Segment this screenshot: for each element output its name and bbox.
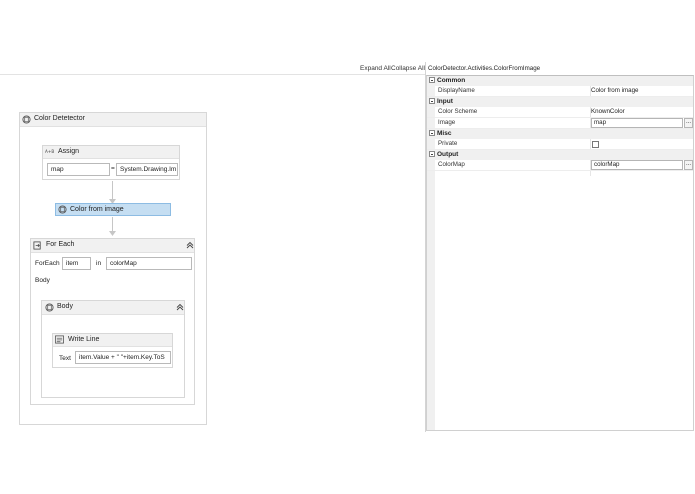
assign-activity[interactable]: A+B Assign map = System.Drawing.Im — [42, 145, 180, 180]
collapse-icon[interactable] — [429, 77, 435, 83]
property-value[interactable]: KnownColor — [591, 108, 625, 115]
svg-text:A+B: A+B — [45, 149, 54, 154]
designer-toolbar-divider — [0, 74, 425, 75]
collapse-all-link[interactable]: Collapse All — [391, 65, 425, 72]
custom-activity-icon — [58, 205, 67, 214]
assign-to-field[interactable]: map — [47, 163, 110, 176]
write-line-title: Write Line — [68, 336, 100, 343]
for-each-icon — [33, 241, 41, 250]
write-line-header: Write Line — [53, 334, 172, 347]
assign-equals-label: = — [111, 165, 115, 172]
connector-arrow-icon — [109, 231, 116, 236]
category-misc[interactable]: Misc — [427, 129, 693, 139]
write-line-icon — [55, 335, 64, 344]
property-name: Private — [438, 140, 458, 147]
property-name: DisplayName — [438, 87, 475, 94]
color-from-image-activity[interactable]: Color from image — [55, 203, 171, 216]
collapse-icon[interactable] — [429, 98, 435, 104]
image-ellipsis-button[interactable]: ... — [684, 118, 693, 128]
foreach-label: ForEach — [35, 260, 60, 267]
property-name: Color Scheme — [438, 108, 478, 115]
connector-line — [112, 217, 113, 232]
color-from-image-title: Color from image — [70, 206, 124, 213]
body-header: Body — [42, 301, 184, 315]
sequence-title: Color Detetector — [34, 115, 85, 122]
category-label: Common — [437, 77, 466, 84]
property-row-displayname[interactable]: DisplayName Color from image — [427, 86, 693, 97]
collapse-icon[interactable] — [429, 151, 435, 157]
sequence-activity-icon — [22, 115, 31, 124]
collapse-icon[interactable] — [429, 130, 435, 136]
property-row-private[interactable]: Private — [427, 139, 693, 150]
property-row-color-scheme[interactable]: Color Scheme KnownColor — [427, 107, 693, 118]
sequence-activity-icon — [45, 303, 54, 312]
category-input[interactable]: Input — [427, 97, 693, 107]
properties-grid: Common DisplayName Color from image Inpu… — [426, 75, 694, 431]
connector-line — [112, 181, 113, 201]
colormap-input[interactable]: colorMap — [591, 160, 683, 170]
category-label: Output — [437, 151, 459, 158]
for-each-title: For Each — [46, 241, 75, 248]
category-label: Misc — [437, 130, 452, 137]
for-each-header: For Each — [31, 239, 194, 253]
image-input[interactable]: map — [591, 118, 683, 128]
sequence-header: Color Detetector — [20, 113, 206, 127]
assign-header: A+B Assign — [43, 146, 179, 159]
private-checkbox[interactable] — [592, 141, 599, 148]
body-title: Body — [57, 303, 73, 310]
foreach-item-field[interactable]: item — [62, 257, 91, 270]
assign-icon: A+B — [45, 149, 54, 154]
write-line-text-label: Text — [59, 355, 71, 362]
category-output[interactable]: Output — [427, 150, 693, 160]
assign-title: Assign — [58, 148, 80, 155]
foreach-body-label: Body — [35, 277, 50, 284]
colormap-ellipsis-button[interactable]: ... — [684, 160, 693, 170]
category-common[interactable]: Common — [427, 76, 693, 86]
property-name: Image — [438, 119, 456, 126]
write-line-text-field[interactable]: item.Value + " "+item.Key.ToS — [75, 351, 171, 364]
expand-all-link[interactable]: Expand All — [360, 65, 391, 72]
category-label: Input — [437, 98, 453, 105]
property-value[interactable]: Color from image — [591, 87, 638, 94]
property-name: ColorMap — [438, 161, 465, 168]
collapse-chevron-icon[interactable] — [176, 303, 184, 311]
foreach-in-label: in — [96, 260, 102, 267]
assign-value-field[interactable]: System.Drawing.Im — [116, 163, 178, 176]
write-line-activity[interactable]: Write Line Text item.Value + " "+item.Ke… — [52, 333, 173, 368]
foreach-collection-field[interactable]: colorMap — [106, 257, 192, 270]
collapse-chevron-icon[interactable] — [186, 241, 194, 249]
properties-title: ColorDetector.Activities.ColorFromImage — [428, 65, 541, 72]
